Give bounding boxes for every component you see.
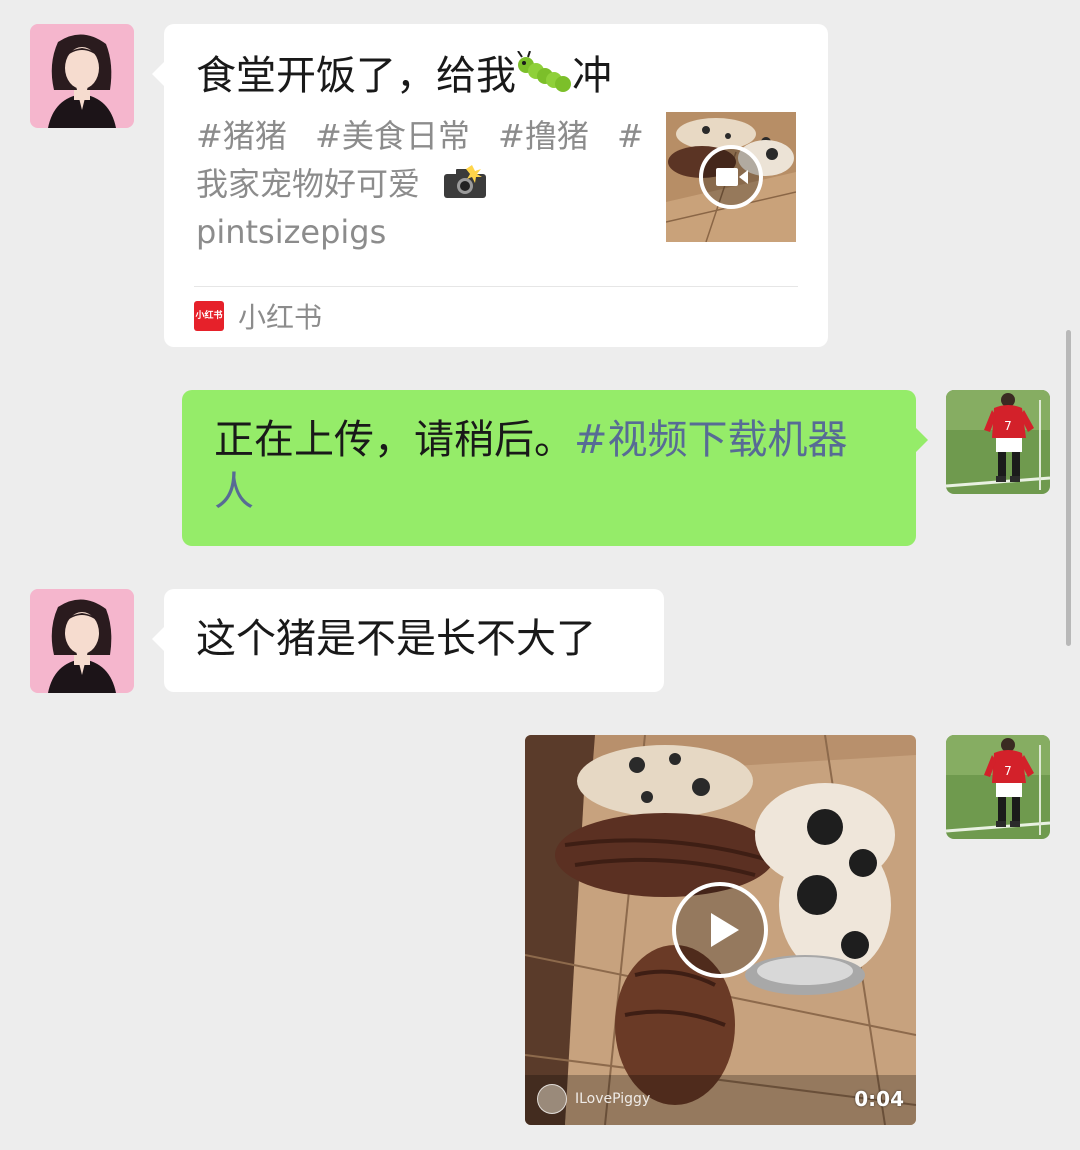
uploader-avatar bbox=[537, 1084, 567, 1114]
play-icon[interactable] bbox=[671, 881, 769, 979]
video-footer: ILovePiggy 0:04 bbox=[537, 1083, 904, 1115]
sent-message-text: 正在上传，请稍后。#视频下载机器 人 bbox=[214, 417, 848, 515]
card-source: 小红书 小红书 bbox=[194, 298, 322, 334]
hashtag: #猪猪 bbox=[196, 117, 287, 155]
hashtag-link-continued[interactable]: 人 bbox=[214, 469, 254, 515]
my-avatar[interactable]: 7 bbox=[946, 390, 1050, 494]
card-title: 食堂开饭了，给我 冲 bbox=[196, 50, 612, 99]
sent-message-bubble[interactable]: 正在上传，请稍后。#视频下载机器 人 bbox=[182, 390, 928, 546]
bubble-tail bbox=[916, 428, 928, 452]
caterpillar-emoji bbox=[516, 50, 572, 95]
video-camera-icon bbox=[716, 168, 748, 186]
hashtag: #美食日常 bbox=[315, 117, 470, 155]
tags-line-1: #猪猪 #美食日常 #撸猪 # bbox=[196, 112, 644, 160]
shared-link-card[interactable]: 食堂开饭了，给我 冲 #猪猪 #美食日常 #撸猪 # 我家宠物好可爱 pints… bbox=[152, 24, 828, 347]
my-avatar[interactable]: 7 bbox=[946, 735, 1050, 839]
card-thumbnail[interactable] bbox=[666, 112, 796, 242]
hashtag-link[interactable]: #视频下载机器 bbox=[574, 417, 848, 463]
bubble-tail bbox=[152, 62, 164, 86]
source-name: 小红书 bbox=[238, 301, 323, 334]
svg-text:7: 7 bbox=[1004, 419, 1012, 433]
hashtag: # bbox=[617, 117, 644, 155]
camera-flash-emoji bbox=[442, 164, 488, 198]
video-message[interactable]: ILovePiggy 0:04 bbox=[525, 735, 916, 1125]
svg-text:7: 7 bbox=[1004, 764, 1012, 778]
bubble-tail bbox=[152, 627, 164, 651]
scrollbar[interactable] bbox=[1066, 330, 1071, 646]
tags-line-2: 我家宠物好可爱 bbox=[196, 160, 636, 208]
tags-line-3: pintsizepigs bbox=[196, 213, 387, 251]
received-message-text: 这个猪是不是长不大了 bbox=[196, 616, 596, 662]
xiaohongshu-logo: 小红书 bbox=[194, 301, 224, 331]
received-message-bubble[interactable]: 这个猪是不是长不大了 bbox=[152, 589, 664, 692]
contact-avatar[interactable] bbox=[30, 589, 134, 693]
video-duration: 0:04 bbox=[854, 1087, 904, 1111]
contact-avatar[interactable] bbox=[30, 24, 134, 128]
uploader-name: ILovePiggy bbox=[575, 1091, 651, 1107]
card-divider bbox=[194, 286, 798, 287]
hashtag: #撸猪 bbox=[498, 117, 589, 155]
card-description: #猪猪 #美食日常 #撸猪 # 我家宠物好可爱 pintsizepigs bbox=[196, 112, 644, 256]
